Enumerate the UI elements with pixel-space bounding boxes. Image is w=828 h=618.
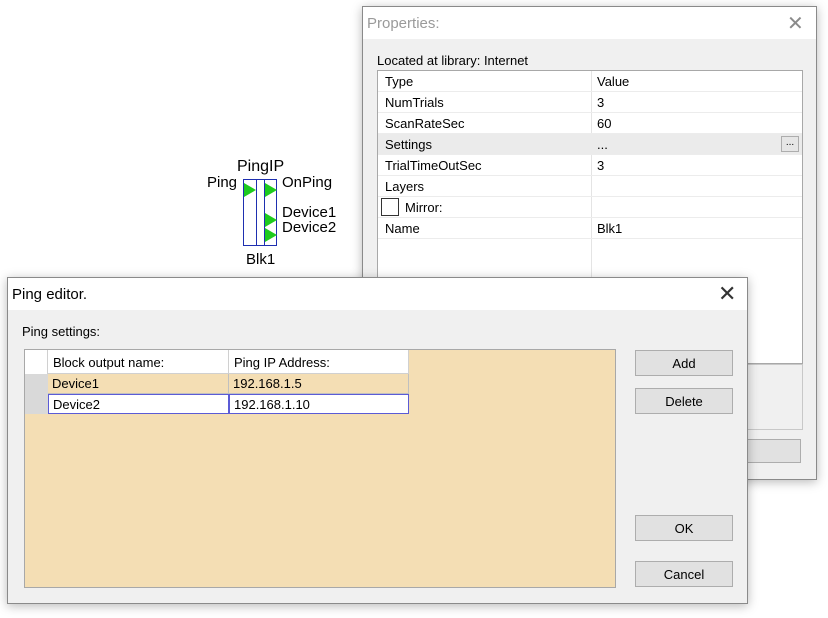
library-location-text: Located at library: Internet bbox=[377, 53, 529, 68]
table-row[interactable]: Device1 192.168.1.5 bbox=[25, 374, 409, 394]
block-name: Blk1 bbox=[246, 251, 276, 268]
properties-title: Properties: bbox=[367, 15, 440, 32]
table-row[interactable]: Device2 192.168.1.10 bbox=[25, 394, 409, 414]
close-icon[interactable]: ✕ bbox=[718, 281, 736, 307]
property-row-layers[interactable]: Layers bbox=[378, 176, 802, 197]
pingip-block[interactable]: PingIP Ping OnPing Device1 Device2 Blk1 bbox=[0, 0, 360, 275]
properties-header-row: Type Value bbox=[378, 71, 802, 92]
value-column-header: Value bbox=[597, 74, 630, 89]
type-column-header: Type bbox=[385, 74, 414, 89]
close-icon[interactable]: ✕ bbox=[787, 11, 804, 36]
mirror-checkbox[interactable] bbox=[381, 198, 399, 216]
property-name: Mirror: bbox=[405, 200, 443, 215]
property-row-numtrials[interactable]: NumTrials 3 bbox=[378, 92, 802, 113]
property-row-scanratesec[interactable]: ScanRateSec 60 bbox=[378, 113, 802, 134]
cancel-button[interactable]: Cancel bbox=[635, 561, 733, 587]
grid-header-row: Block output name: Ping IP Address: bbox=[25, 350, 615, 374]
property-value[interactable]: 3 bbox=[597, 158, 604, 173]
block-output-name-cell[interactable]: Device1 bbox=[48, 374, 229, 394]
property-value[interactable]: ... bbox=[597, 137, 608, 152]
property-row-mirror[interactable]: Mirror: bbox=[378, 197, 802, 218]
column-header-ping-ip-address[interactable]: Ping IP Address: bbox=[229, 350, 409, 374]
output-port-onping[interactable] bbox=[265, 183, 277, 197]
block-divider bbox=[256, 179, 257, 246]
block-output-label-onping: OnPing bbox=[282, 174, 333, 191]
property-name: Name bbox=[385, 221, 420, 236]
ping-settings-label: Ping settings: bbox=[22, 324, 101, 339]
block-title: PingIP bbox=[237, 158, 285, 175]
properties-titlebar[interactable]: Properties: ✕ bbox=[363, 7, 816, 39]
property-name: Settings bbox=[385, 137, 432, 152]
column-header-block-output-name[interactable]: Block output name: bbox=[48, 350, 229, 374]
delete-button[interactable]: Delete bbox=[635, 388, 733, 414]
property-name: ScanRateSec bbox=[385, 116, 465, 131]
input-port-ping[interactable] bbox=[244, 183, 256, 197]
ping-settings-grid[interactable]: Block output name: Ping IP Address: Devi… bbox=[24, 349, 616, 588]
property-name: Layers bbox=[385, 179, 425, 194]
property-name: NumTrials bbox=[385, 95, 444, 110]
property-row-trialtimeoutsec[interactable]: TrialTimeOutSec 3 bbox=[378, 155, 802, 176]
ping-editor-title: Ping editor. bbox=[12, 286, 88, 303]
block-output-name-cell[interactable]: Device2 bbox=[48, 394, 229, 414]
row-header[interactable] bbox=[25, 394, 48, 414]
output-port-device2[interactable] bbox=[265, 228, 277, 242]
row-header[interactable] bbox=[25, 374, 48, 394]
ping-ip-address-cell[interactable]: 192.168.1.10 bbox=[229, 394, 409, 414]
property-row-name[interactable]: Name Blk1 bbox=[378, 218, 802, 239]
ok-button[interactable]: OK bbox=[635, 515, 733, 541]
property-value[interactable]: 60 bbox=[597, 116, 611, 131]
ping-editor-window: Ping editor. ✕ Ping settings: Block outp… bbox=[7, 277, 748, 604]
grid-corner-cell[interactable] bbox=[25, 350, 48, 374]
block-output-label-device2: Device2 bbox=[282, 219, 337, 236]
block-input-label: Ping bbox=[207, 174, 238, 191]
output-port-device1[interactable] bbox=[265, 213, 277, 227]
settings-browse-button[interactable]: ... bbox=[781, 136, 799, 152]
property-value[interactable]: 3 bbox=[597, 95, 604, 110]
ping-editor-titlebar[interactable]: Ping editor. ✕ bbox=[8, 278, 747, 310]
property-row-settings[interactable]: Settings ... ... bbox=[378, 134, 802, 155]
add-button[interactable]: Add bbox=[635, 350, 733, 376]
ping-ip-address-cell[interactable]: 192.168.1.5 bbox=[229, 374, 409, 394]
property-value[interactable]: Blk1 bbox=[597, 221, 622, 236]
property-name: TrialTimeOutSec bbox=[385, 158, 482, 173]
